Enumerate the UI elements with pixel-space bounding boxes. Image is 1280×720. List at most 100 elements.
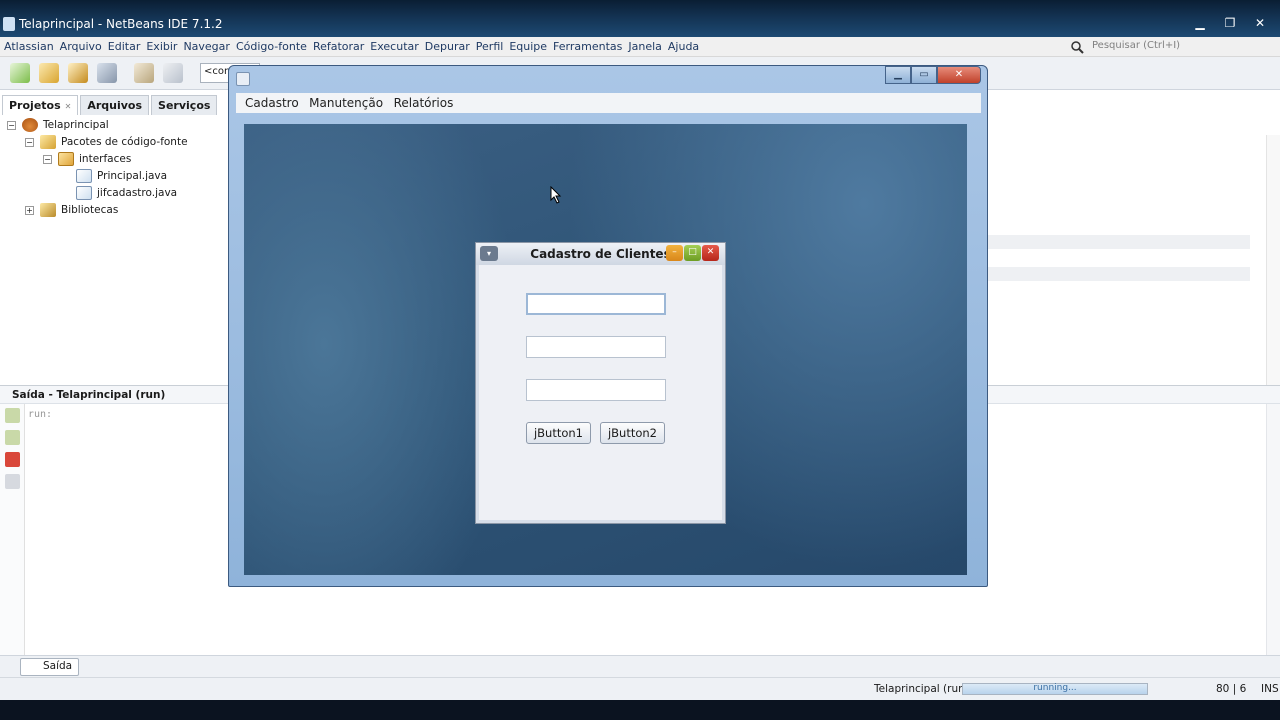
- menu-depurar[interactable]: Depurar: [425, 40, 470, 53]
- progress-text: running...: [1033, 683, 1077, 693]
- app-close-button[interactable]: ✕: [937, 66, 981, 84]
- netbeans-app-icon: [3, 17, 15, 31]
- cadastro-clientes-frame: ▾ Cadastro de Clientes – □ ✕ jButton1 jB…: [475, 242, 726, 524]
- ide-minimize-button[interactable]: ▁: [1186, 15, 1214, 31]
- tree-item-label: Pacotes de código-fonte: [61, 136, 188, 148]
- output-dock-label: Saída: [43, 660, 73, 672]
- java-file-icon: [76, 186, 92, 200]
- menu-ferramentas[interactable]: Ferramentas: [553, 40, 622, 53]
- ide-close-button[interactable]: ✕: [1246, 15, 1274, 31]
- tree-item-interfaces[interactable]: − interfaces: [43, 151, 131, 167]
- menu-equipe[interactable]: Equipe: [509, 40, 547, 53]
- source-packages-icon: [40, 135, 56, 149]
- menu-relatorios[interactable]: Relatórios: [391, 93, 458, 110]
- new-project-icon[interactable]: [39, 63, 59, 83]
- mouse-pointer-icon: [550, 186, 562, 204]
- java-window-icon[interactable]: [236, 72, 250, 86]
- output-title: Saída - Telaprincipal (run): [12, 389, 166, 401]
- tab-servicos[interactable]: Serviços: [151, 95, 218, 115]
- tree-item-label: Bibliotecas: [61, 204, 119, 216]
- menu-exibir[interactable]: Exibir: [146, 40, 177, 53]
- jbutton1[interactable]: jButton1: [526, 422, 591, 444]
- stop-icon[interactable]: [5, 452, 20, 467]
- progress-bar: running...: [962, 683, 1148, 695]
- menu-executar[interactable]: Executar: [370, 40, 419, 53]
- rerun-with-options-icon[interactable]: [5, 430, 20, 445]
- app-maximize-button[interactable]: ▭: [911, 66, 937, 84]
- ide-window-title: Telaprincipal - NetBeans IDE 7.1.2: [19, 17, 223, 31]
- collapse-icon[interactable]: −: [25, 137, 34, 147]
- package-icon: [58, 152, 74, 166]
- undo-icon[interactable]: [134, 63, 154, 83]
- redo-icon[interactable]: [163, 63, 183, 83]
- collapse-icon[interactable]: −: [7, 120, 16, 130]
- menu-cadastro[interactable]: Cadastro: [236, 93, 303, 110]
- menu-atlassian[interactable]: Atlassian: [4, 40, 54, 53]
- coffee-cup-icon: [22, 118, 38, 132]
- save-all-icon[interactable]: [97, 63, 117, 83]
- text-field-2[interactable]: [526, 336, 666, 358]
- frame-close-button[interactable]: ✕: [702, 245, 719, 261]
- output-settings-icon[interactable]: [5, 474, 20, 489]
- text-field-3[interactable]: [526, 379, 666, 401]
- tree-item-telaprincipal[interactable]: − Telaprincipal: [7, 117, 109, 133]
- frame-title-bar[interactable]: ▾ Cadastro de Clientes – □ ✕: [476, 243, 725, 265]
- menu-navegar[interactable]: Navegar: [183, 40, 230, 53]
- tree-item-label: Telaprincipal: [43, 119, 109, 131]
- tree-item-label: jifcadastro.java: [97, 187, 178, 199]
- search-input[interactable]: Pesquisar (Ctrl+I): [1092, 40, 1180, 51]
- menu-refatorar[interactable]: Refatorar: [313, 40, 364, 53]
- frame-content: jButton1 jButton2: [479, 265, 722, 520]
- frame-minimize-button[interactable]: –: [666, 245, 683, 261]
- insert-mode: INS: [1261, 683, 1279, 695]
- tab-arquivos-label: Arquivos: [87, 99, 143, 112]
- menu-arquivo[interactable]: Arquivo: [60, 40, 102, 53]
- output-scrollbar[interactable]: [1266, 404, 1280, 656]
- ide-restore-button[interactable]: ❐: [1216, 15, 1244, 31]
- tree-item-bibliotecas[interactable]: + Bibliotecas: [25, 202, 118, 218]
- output-dock-button[interactable]: Saída: [20, 658, 80, 676]
- app-minimize-button[interactable]: ▁: [885, 66, 911, 84]
- tab-servicos-label: Serviços: [158, 99, 211, 112]
- tab-projetos[interactable]: Projetos ✕: [2, 95, 79, 115]
- jbutton2[interactable]: jButton2: [600, 422, 665, 444]
- tree-item-label: interfaces: [79, 153, 132, 165]
- ide-title-bar: Telaprincipal - NetBeans IDE 7.1.2 ▁ ❐ ✕: [0, 0, 1280, 37]
- app-menu-bar: Cadastro Manutenção Relatórios: [236, 93, 981, 113]
- expand-icon[interactable]: +: [25, 205, 34, 215]
- new-file-icon[interactable]: [10, 63, 30, 83]
- menu-janela[interactable]: Janela: [628, 40, 662, 53]
- desktop-pane: ▾ Cadastro de Clientes – □ ✕ jButton1 jB…: [244, 124, 967, 575]
- caret-position: 80 | 6: [1216, 683, 1247, 695]
- text-field-1[interactable]: [526, 293, 666, 315]
- editor-scroll-gutter[interactable]: [1266, 135, 1280, 385]
- tree-item-label: Principal.java: [97, 170, 168, 182]
- search-box[interactable]: Pesquisar (Ctrl+I): [1068, 38, 1280, 56]
- editor-area[interactable]: [988, 90, 1280, 385]
- tab-arquivos[interactable]: Arquivos: [80, 95, 150, 115]
- output-action-bar: [0, 404, 25, 656]
- editor-line-highlight: [988, 267, 1250, 281]
- menu-codigo-fonte[interactable]: Código-fonte: [236, 40, 307, 53]
- libraries-icon: [40, 203, 56, 217]
- rerun-icon[interactable]: [5, 408, 20, 423]
- output-text: run:: [28, 409, 53, 420]
- tree-item-principal-java[interactable]: Principal.java: [76, 168, 167, 184]
- running-process[interactable]: Telaprincipal (run): [874, 683, 969, 695]
- os-taskbar: [0, 700, 1280, 720]
- collapse-icon[interactable]: −: [43, 154, 52, 164]
- close-tab-icon[interactable]: ✕: [65, 102, 72, 111]
- frame-maximize-button[interactable]: □: [684, 245, 701, 261]
- tree-item-jifcadastro-java[interactable]: jifcadastro.java: [76, 185, 177, 201]
- menu-perfil[interactable]: Perfil: [476, 40, 504, 53]
- menu-ajuda[interactable]: Ajuda: [668, 40, 699, 53]
- tab-projetos-label: Projetos: [9, 99, 61, 112]
- editor-line-highlight: [988, 235, 1250, 249]
- search-icon: [1070, 40, 1086, 54]
- open-project-icon[interactable]: [68, 63, 88, 83]
- java-file-icon: [76, 169, 92, 183]
- java-app-window: ▁ ▭ ✕ Cadastro Manutenção Relatórios ▾ C…: [228, 65, 988, 587]
- tree-item-source-packages[interactable]: − Pacotes de código-fonte: [25, 134, 188, 150]
- menu-manutencao[interactable]: Manutenção: [306, 93, 387, 110]
- menu-editar[interactable]: Editar: [108, 40, 141, 53]
